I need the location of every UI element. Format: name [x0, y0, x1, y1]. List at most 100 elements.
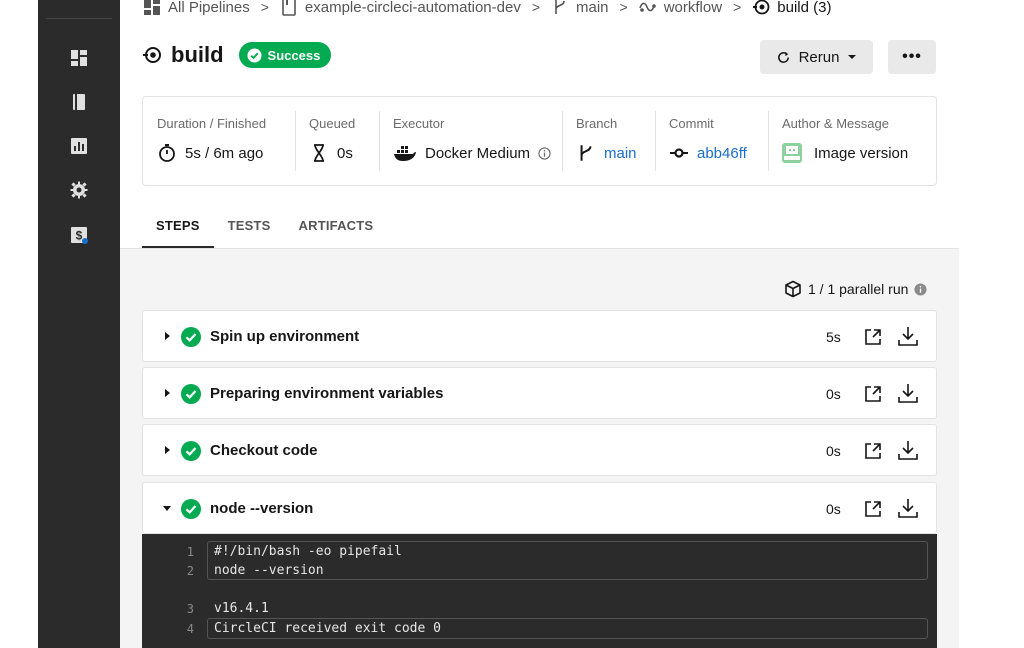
svg-text:$: $ [76, 229, 83, 243]
commit-link[interactable]: abb46ff [655, 143, 768, 163]
settings-icon [70, 181, 88, 199]
line-number: 1 [186, 544, 194, 559]
tabs-divider [120, 248, 959, 249]
info-icon[interactable] [538, 146, 551, 160]
rerun-label: Rerun [798, 48, 840, 66]
breadcrumb-separator: > [733, 0, 742, 15]
breadcrumb-label: All Pipelines [168, 0, 250, 16]
breadcrumb-all-pipelines[interactable]: All Pipelines [143, 0, 250, 16]
commit-message: Image version [814, 144, 909, 162]
author-value: Image version [768, 143, 938, 163]
step-duration: 0s [826, 386, 841, 402]
success-icon [181, 327, 201, 347]
executor-section: Executor Docker Medium [379, 97, 562, 185]
chevron-down-icon [848, 55, 857, 59]
caret-right-icon[interactable] [162, 445, 172, 455]
duration-text: 5s / 6m ago [185, 144, 264, 162]
branch-section: Branch main [562, 97, 655, 185]
branch-icon [580, 145, 592, 161]
download-icon[interactable] [897, 439, 919, 461]
breadcrumb-job[interactable]: build (3) [752, 0, 831, 16]
status-badge-label: Success [267, 47, 321, 63]
tab-steps[interactable]: STEPS [142, 207, 214, 249]
step-name: Preparing environment variables [210, 385, 444, 402]
commit-label: Commit [669, 116, 714, 131]
breadcrumb-branch[interactable]: main [551, 0, 609, 16]
line-text: node --version [214, 563, 324, 578]
step-duration: 5s [826, 329, 841, 345]
duration-section: Duration / Finished 5s / 6m ago [143, 97, 281, 185]
pipelines-icon [144, 0, 160, 15]
download-icon[interactable] [897, 497, 919, 519]
success-icon [181, 441, 201, 461]
step-duration: 0s [826, 443, 841, 459]
insights-icon [71, 138, 87, 154]
step-name: node --version [210, 500, 314, 517]
line-number: 4 [186, 621, 194, 636]
tab-artifacts[interactable]: ARTIFACTS [285, 207, 388, 249]
project-icon [282, 0, 296, 16]
branch-text: main [604, 144, 637, 162]
dashboard-icon [71, 50, 87, 66]
tab-tests[interactable]: TESTS [214, 207, 285, 249]
breadcrumb-label: main [576, 0, 609, 16]
page-margin [959, 0, 1024, 648]
sidebar-item-dashboard[interactable] [38, 45, 120, 71]
success-icon [181, 384, 201, 404]
download-icon[interactable] [897, 325, 919, 347]
info-icon[interactable] [914, 282, 927, 296]
job-tabs: STEPS TESTS ARTIFACTS [142, 207, 387, 249]
commit-section: Commit abb46ff [655, 97, 768, 185]
main-content: All Pipelines > example-circleci-automat… [120, 0, 959, 648]
breadcrumb-project[interactable]: example-circleci-automation-dev [280, 0, 521, 16]
plan-icon: $ [71, 227, 88, 244]
docker-icon [394, 146, 416, 161]
queued-text: 0s [337, 144, 353, 162]
breadcrumb-separator: > [619, 0, 628, 15]
step-row[interactable]: Spin up environment 5s [142, 310, 937, 362]
step-row[interactable]: Preparing environment variables 0s [142, 367, 937, 419]
sidebar-divider [46, 18, 112, 19]
breadcrumb-separator: > [531, 0, 541, 15]
more-options-button[interactable]: ••• [888, 40, 936, 74]
breadcrumb-separator: > [260, 0, 269, 15]
sidebar-item-projects[interactable] [38, 89, 120, 115]
download-icon[interactable] [897, 382, 919, 404]
job-header: build Success [142, 42, 332, 68]
commit-text: abb46ff [697, 144, 747, 162]
executor-value: Docker Medium [379, 143, 562, 163]
line-text: #!/bin/bash -eo pipefail [214, 544, 402, 559]
job-details-card: Duration / Finished 5s / 6m ago Queued 0… [142, 96, 937, 186]
open-external-icon[interactable] [863, 327, 883, 347]
breadcrumb-workflow[interactable]: workflow [638, 0, 723, 16]
queued-value: 0s [295, 143, 379, 163]
sidebar-item-plan[interactable]: $ [38, 222, 120, 248]
step-row-expanded[interactable]: node --version 0s [142, 482, 937, 534]
caret-down-icon[interactable] [162, 503, 172, 513]
line-text: v16.4.1 [214, 601, 269, 616]
branch-link[interactable]: main [562, 143, 655, 163]
open-external-icon[interactable] [863, 384, 883, 404]
hourglass-icon [314, 144, 324, 162]
sidebar-item-settings[interactable] [38, 177, 120, 203]
step-row[interactable]: Checkout code 0s [142, 424, 937, 476]
breadcrumb-label: workflow [663, 0, 723, 16]
check-circle-icon [247, 47, 262, 63]
executor-label: Executor [393, 116, 445, 131]
parallel-runs-label: 1 / 1 parallel run [808, 281, 909, 297]
duration-value: 5s / 6m ago [143, 143, 281, 163]
executor-text: Docker Medium [425, 144, 531, 162]
sidebar-item-insights[interactable] [38, 133, 120, 159]
caret-right-icon[interactable] [162, 331, 172, 341]
caret-right-icon[interactable] [162, 388, 172, 398]
avatar [782, 143, 802, 163]
stopwatch-icon [159, 144, 175, 162]
breadcrumb: All Pipelines > example-circleci-automat… [143, 0, 831, 17]
rerun-button[interactable]: Rerun [760, 40, 873, 74]
open-external-icon[interactable] [863, 499, 883, 519]
open-external-icon[interactable] [863, 441, 883, 461]
author-label: Author & Message [782, 116, 889, 131]
branch-icon [555, 0, 565, 14]
step-duration: 0s [826, 501, 841, 517]
branch-label: Branch [576, 116, 618, 131]
